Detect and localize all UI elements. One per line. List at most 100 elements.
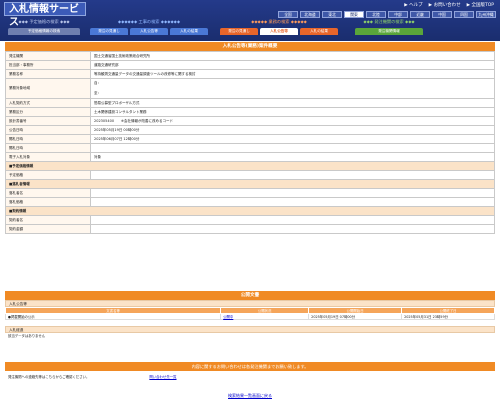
national-top-link[interactable]: ▶ 全国版TOP — [467, 2, 494, 8]
doc-name: ●掲載開始の公示 — [4, 313, 222, 320]
section-label: ■予定価格情報 — [5, 161, 495, 171]
field-label: 予定価格 — [5, 170, 91, 180]
field-label: 業務区分 — [5, 107, 91, 117]
field-label: 発注機関 — [5, 51, 91, 61]
tab-construction-notice[interactable]: 入札公告等 — [130, 28, 168, 35]
contact-link[interactable]: ▶ お問い合わせ — [429, 2, 461, 8]
detail-title: 入札公告等(業務)案件概要 — [5, 42, 495, 51]
documents-table: 文書名等 公開状況 公開開始日 公開終了日 ●掲載開始の公示 公開中 2025年… — [4, 307, 495, 320]
field-label: 業務名称 — [5, 69, 91, 79]
field-value-to: 至： — [94, 91, 101, 95]
national-top-link-label: 全国版TOP — [471, 3, 494, 8]
region-tab[interactable]: 北陸 — [366, 11, 386, 18]
region-tab-selected[interactable]: 関東 — [344, 11, 364, 18]
region-tab[interactable]: 九州沖縄 — [476, 11, 496, 18]
section-row: ■落札者情報 — [5, 179, 495, 189]
tab-price-search[interactable]: 予定価格情報の検索 — [8, 28, 80, 35]
field-label: 設計書番号 — [5, 116, 91, 126]
table-row: 業務区分 土木関係建設コンサルタント業務 — [5, 107, 495, 117]
documents-panel: 公開文書 入札公告等 文書名等 公開状況 公開開始日 公開終了日 ●掲載開始の公… — [4, 291, 495, 340]
contact-text: 発注機関への連絡先等はこちらからご確認ください。 — [8, 374, 90, 379]
section-label: ■落札者情報 — [5, 179, 495, 189]
table-row: 落札価格 — [5, 197, 495, 207]
region-tab[interactable]: 北海道 — [300, 11, 320, 18]
category-agency: ◆◆◆ 発注機関の検索 ◆◆◆ 発注機関情報 — [355, 19, 423, 35]
section-label: ■契約情報 — [5, 206, 495, 216]
region-tab[interactable]: 中部 — [388, 11, 408, 18]
site-header: 入札情報サービス ▶ ヘルプ ▶ お問い合わせ ▶ 全国版TOP 全国 北海道 … — [0, 0, 500, 41]
contact-section: 内容に関するお問い合わせは各発注機関までお願い致します。 発注機関への連絡先等は… — [5, 362, 495, 381]
doc-start: 2025年05月19日 07時00分 — [308, 313, 403, 320]
category-service: ◆◆◆◆◆ 業務の検索 ◆◆◆◆◆ 発注の見通し 入札公告等 入札の結果 — [220, 19, 338, 35]
table-row: 公告日時 2025年05月19日 00時00分 — [5, 125, 495, 135]
doc-status-anchor[interactable]: 公開中 — [223, 315, 233, 319]
site-logo[interactable]: 入札情報サービス — [4, 2, 86, 28]
field-value — [90, 143, 495, 153]
field-value: 簡易公募型プロポーザル方式 — [90, 98, 495, 108]
field-label: 落札価格 — [5, 197, 91, 207]
category-title: ◆◆◆◆◆◆ 工事の検索 ◆◆◆◆◆◆ — [117, 19, 181, 24]
doc-end: 2025年05月31日 23時59分 — [401, 313, 495, 320]
field-value — [90, 224, 495, 234]
table-row: 開札日時 — [5, 143, 495, 153]
field-value: 2025年05月19日 00時00分 — [90, 125, 495, 135]
tab-service-result[interactable]: 入札の結果 — [300, 28, 338, 35]
doc-status-link[interactable]: 公開中 — [220, 313, 310, 320]
contact-header: 内容に関するお問い合わせは各発注機関までお願い致します。 — [5, 362, 495, 371]
region-tab[interactable]: 中国 — [432, 11, 452, 18]
contact-list-link[interactable]: 問い合わせ先一覧 — [149, 374, 176, 379]
no-data-text: 該当データはありません — [8, 334, 46, 338]
contact-link-label: お問い合わせ — [433, 3, 461, 8]
region-tab[interactable]: 全国 — [278, 11, 298, 18]
tab-service-outlook[interactable]: 発注の見通し — [220, 28, 258, 35]
table-row: ●掲載開始の公示 公開中 2025年05月19日 07時00分 2025年05月… — [4, 313, 495, 320]
table-row: 発注機関 国土交通省国土技術政策総合研究所 — [5, 51, 495, 61]
notice-bar: 入札公告等 — [5, 300, 495, 307]
back-to-results-link[interactable]: 検索結果一覧画面に戻る — [228, 393, 272, 398]
category-title: ◆◆◆◆◆ 業務の検索 ◆◆◆◆◆ — [251, 19, 307, 24]
field-value — [90, 188, 495, 198]
detail-panel: 入札公告等(業務)案件概要 発注機関 国土交通省国土技術政策総合研究所 担当部・事務… — [5, 42, 495, 234]
region-tab[interactable]: 四国 — [454, 11, 474, 18]
field-value: 自： 至： — [90, 78, 495, 99]
section-row: ■予定価格情報 — [5, 161, 495, 171]
region-tabs: 全国 北海道 東北 関東 北陸 中部 近畿 中国 四国 九州沖縄 — [278, 11, 496, 18]
documents-title: 公開文書 — [5, 291, 495, 300]
table-row: 設計書番号 202305400 ※会社情報が改善に改めるコード — [5, 116, 495, 126]
table-row: 電子入札対象 対象 — [5, 152, 495, 162]
detail-table: 発注機関 国土交通省国土技術政策総合研究所 担当部・事務所 道路交通研究部 業務名称 等持… — [5, 51, 495, 234]
tab-service-notice[interactable]: 入札公告等 — [260, 28, 298, 35]
field-value: 2025年06月07日 12時00分 — [90, 134, 495, 144]
category-price: ◆◆◆ 予定価格の検索 ◆◆◆ 予定価格情報の検索 — [8, 19, 80, 35]
section-row: ■契約情報 — [5, 206, 495, 216]
category-title: ◆◆◆ 発注機関の検索 ◆◆◆ — [363, 19, 415, 24]
table-row: 契約金額 — [5, 224, 495, 234]
field-value: 等持観測交通量データの交通量調査ツールの改修等に関する検討 — [90, 69, 495, 79]
field-value: 202305400 ※会社情報が改善に改めるコード — [90, 116, 495, 126]
table-row: 担当部・事務所 道路交通研究部 — [5, 60, 495, 70]
field-value: 道路交通研究部 — [90, 60, 495, 70]
help-link[interactable]: ▶ ヘルプ — [404, 2, 422, 8]
field-label: 開札日時 — [5, 143, 91, 153]
table-row: 入札契約方式 簡易公募型プロポーザル方式 — [5, 98, 495, 108]
field-label: 電子入札対象 — [5, 152, 91, 162]
region-tab[interactable]: 東北 — [322, 11, 342, 18]
field-value-from: 自： — [94, 81, 101, 85]
help-link-label: ヘルプ — [409, 3, 423, 8]
back-to-results: 検索結果一覧画面に戻る — [0, 393, 500, 399]
field-value: 国土交通省国土技術政策総合研究所 — [90, 51, 495, 61]
field-value — [90, 170, 495, 180]
field-value — [90, 215, 495, 225]
tab-agency-info[interactable]: 発注機関情報 — [355, 28, 423, 35]
region-tab[interactable]: 近畿 — [410, 11, 430, 18]
tab-construction-result[interactable]: 入札の結果 — [170, 28, 208, 35]
field-label: 契約者名 — [5, 215, 91, 225]
table-row: 予定価格 — [5, 170, 495, 180]
field-label: 担当部・事務所 — [5, 60, 91, 70]
top-links: ▶ ヘルプ ▶ お問い合わせ ▶ 全国版TOP — [404, 2, 494, 8]
tab-construction-outlook[interactable]: 発注の見通し — [90, 28, 128, 35]
field-value: 対象 — [90, 152, 495, 162]
table-row: 業務名称 等持観測交通量データの交通量調査ツールの改修等に関する検討 — [5, 69, 495, 79]
table-row: 落札者名 — [5, 188, 495, 198]
category-title: ◆◆◆ 予定価格の検索 ◆◆◆ — [18, 19, 70, 24]
